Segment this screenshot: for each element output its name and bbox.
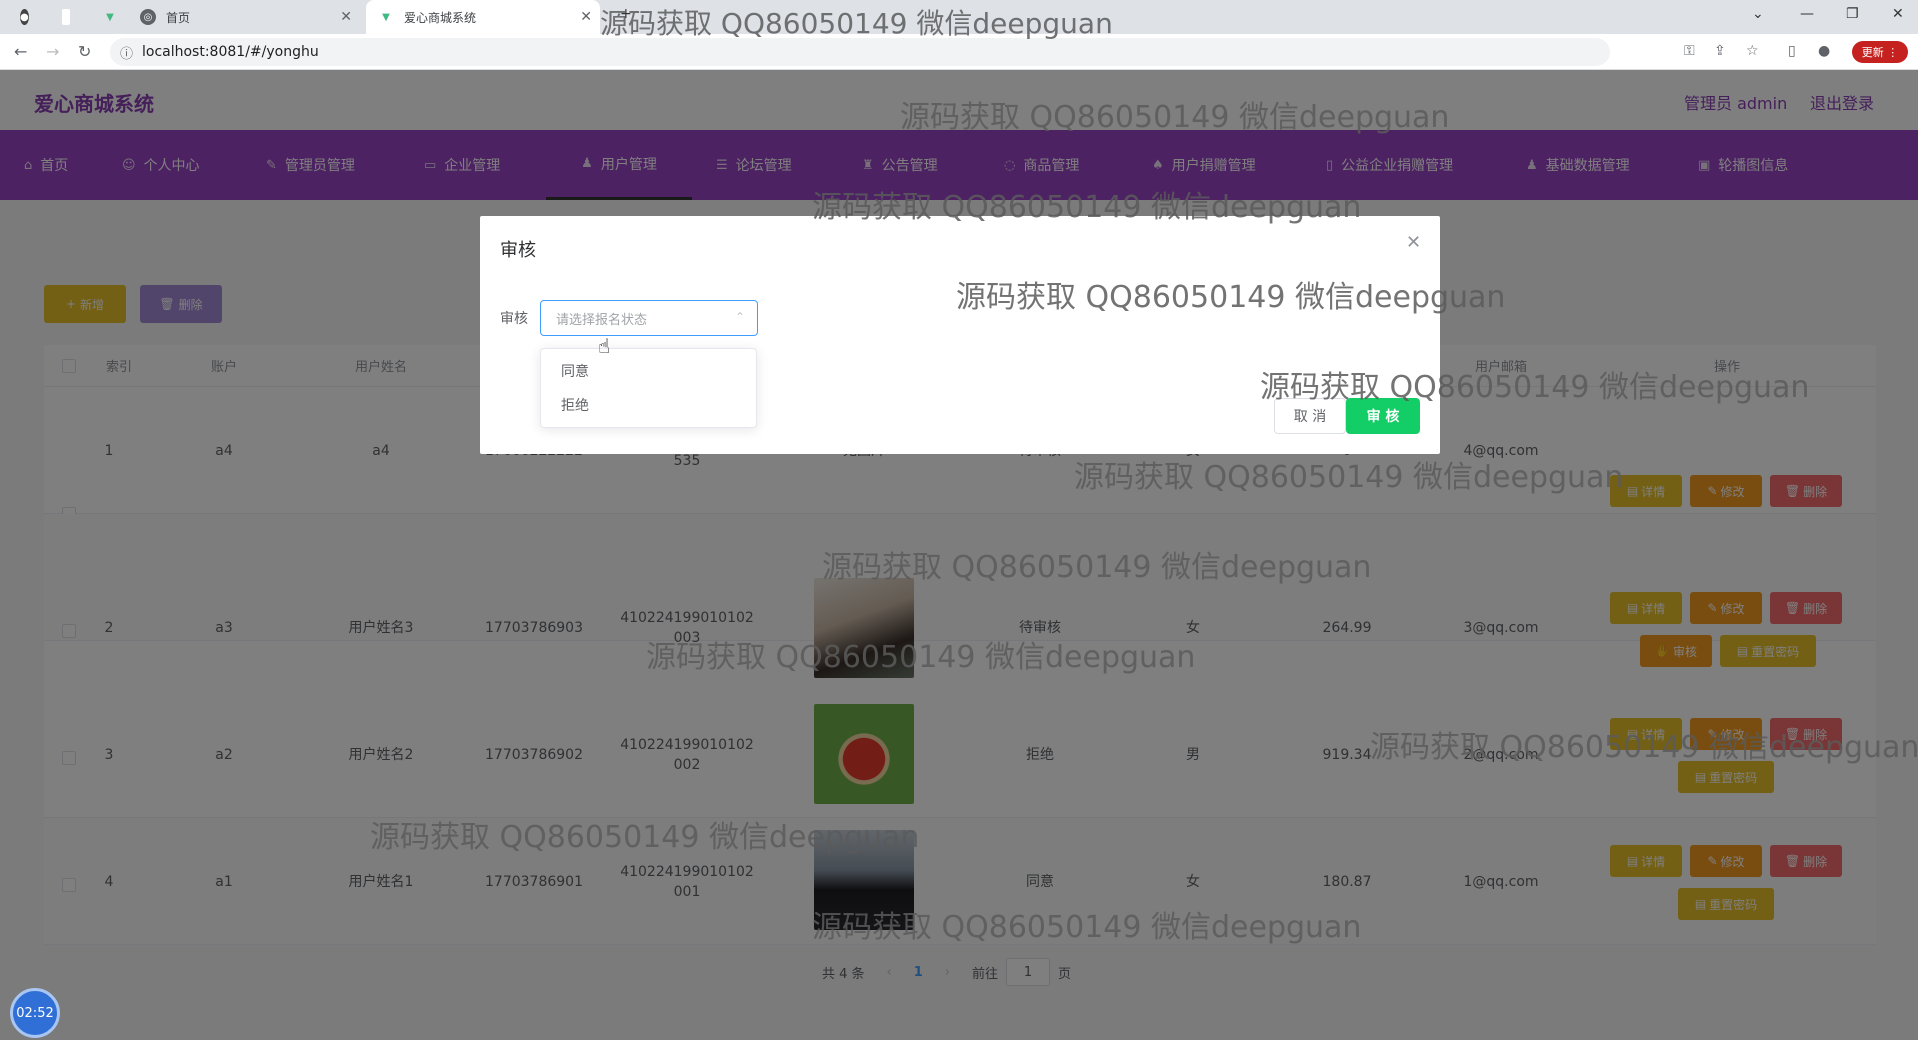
audit-status-select[interactable]: 请选择报名状态 ⌃ bbox=[540, 300, 758, 336]
github-icon[interactable]: ● bbox=[8, 0, 29, 34]
tab-home-label: 首页 bbox=[166, 10, 191, 25]
close-icon[interactable]: ✕ bbox=[580, 9, 592, 25]
tab-app-label: 爱心商城系统 bbox=[404, 10, 477, 25]
audit-field-label: 审核 bbox=[500, 311, 528, 327]
back-icon[interactable]: ← bbox=[14, 42, 27, 61]
url-text: localhost:8081/#/yonghu bbox=[142, 44, 319, 60]
minimize-icon[interactable]: — bbox=[1800, 6, 1814, 22]
share-icon[interactable]: ⇪ bbox=[1714, 43, 1726, 59]
vue-icon: ▼ bbox=[382, 11, 390, 23]
dialog-title: 审核 bbox=[500, 240, 536, 261]
sidebar-icon[interactable]: ▯ bbox=[1788, 43, 1796, 59]
update-label: 更新 bbox=[1861, 46, 1884, 59]
profile-icon[interactable]: ● bbox=[1818, 43, 1830, 59]
vue-icon[interactable]: ▼ bbox=[94, 0, 124, 34]
address-bar: ← → ↻ ⓘ localhost:8081/#/yonghu ⚿ ⇪ ☆ ▯ … bbox=[0, 34, 1918, 70]
select-placeholder: 请选择报名状态 bbox=[556, 312, 648, 328]
globe-icon: ◎ bbox=[140, 9, 156, 25]
blank-tab-icon[interactable] bbox=[50, 0, 80, 34]
tab-home[interactable]: ◎ 首页 ✕ bbox=[128, 0, 360, 34]
star-icon[interactable]: ☆ bbox=[1746, 43, 1759, 59]
window-close-icon[interactable]: ✕ bbox=[1892, 6, 1904, 22]
url-field[interactable]: ⓘ localhost:8081/#/yonghu bbox=[110, 38, 1610, 66]
key-icon[interactable]: ⚿ bbox=[1684, 43, 1695, 59]
confirm-audit-button[interactable]: 审 核 bbox=[1346, 398, 1420, 434]
option-reject[interactable]: 拒绝 bbox=[541, 389, 756, 423]
recording-timer: 02:52 bbox=[10, 988, 60, 1038]
forward-icon[interactable]: → bbox=[46, 42, 59, 61]
close-icon[interactable]: ✕ bbox=[340, 9, 352, 25]
reload-icon[interactable]: ↻ bbox=[78, 42, 91, 61]
info-icon: ⓘ bbox=[120, 47, 134, 62]
mouse-cursor-icon: ☝ bbox=[598, 334, 611, 358]
option-approve[interactable]: 同意 bbox=[541, 355, 756, 389]
chevron-down-icon[interactable]: ⌄ bbox=[1752, 6, 1764, 22]
tab-app[interactable]: ▼ 爱心商城系统 ✕ bbox=[366, 0, 600, 34]
new-tab-icon[interactable]: + bbox=[620, 6, 632, 22]
select-dropdown: 同意 拒绝 bbox=[540, 348, 757, 428]
update-button[interactable]: 更新 ⋮ bbox=[1852, 41, 1908, 63]
restore-icon[interactable]: ❐ bbox=[1846, 6, 1859, 22]
browser-tab-bar: ● ▼ ◎ 首页 ✕ ▼ 爱心商城系统 ✕ + ⌄ — ❐ ✕ bbox=[0, 0, 1918, 34]
cancel-button[interactable]: 取 消 bbox=[1274, 398, 1346, 434]
close-icon[interactable]: ✕ bbox=[1406, 232, 1421, 253]
chevron-up-icon: ⌃ bbox=[734, 310, 745, 324]
